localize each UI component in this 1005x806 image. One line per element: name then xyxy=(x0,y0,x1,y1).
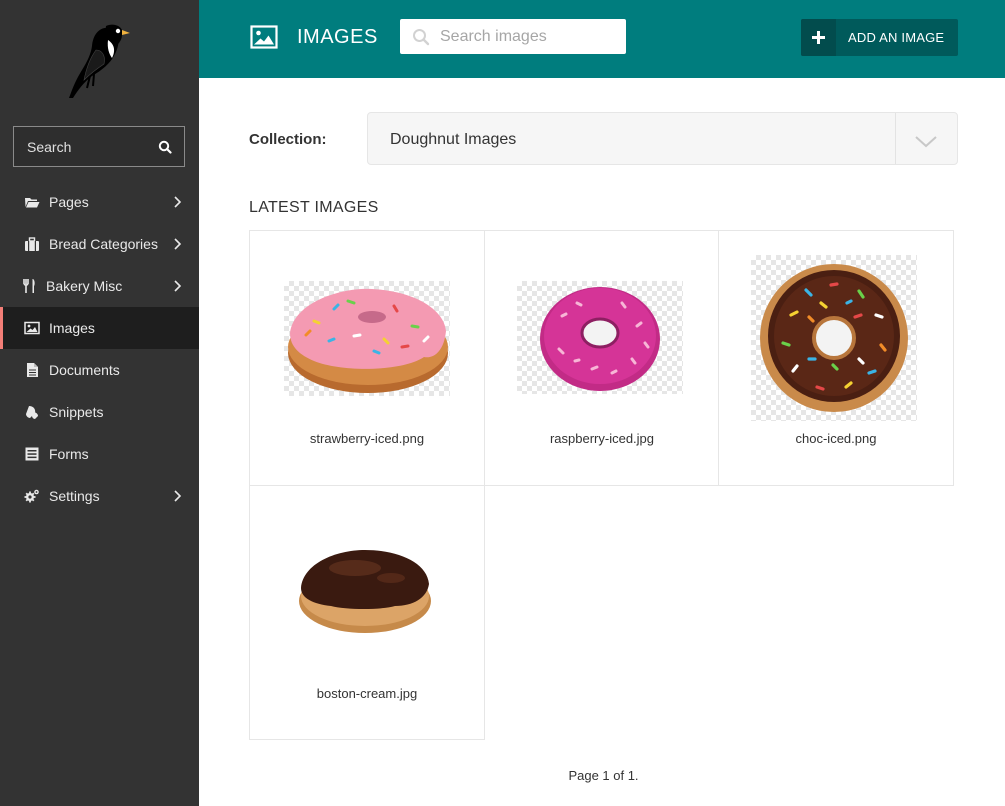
sidebar-item-forms[interactable]: Forms xyxy=(0,433,199,475)
collection-select[interactable]: Doughnut Images xyxy=(367,112,958,165)
plus-icon-box xyxy=(801,19,836,56)
chevron-right-icon xyxy=(174,280,182,292)
sidebar-item-pages[interactable]: Pages xyxy=(0,181,199,223)
sidebar-item-snippets[interactable]: Snippets xyxy=(0,391,199,433)
image-card[interactable]: choc-iced.png xyxy=(718,230,954,486)
image-thumbnail xyxy=(282,546,448,636)
image-card[interactable]: boston-cream.jpg xyxy=(249,485,485,740)
cutlery-icon xyxy=(23,279,35,293)
image-thumbnail xyxy=(751,255,917,421)
document-icon xyxy=(27,363,38,377)
sidebar-item-label: Forms xyxy=(49,446,89,462)
image-card[interactable]: strawberry-iced.png xyxy=(249,230,485,486)
chevron-down-icon xyxy=(915,136,937,148)
sidebar-item-label: Images xyxy=(49,320,95,336)
collection-label: Collection: xyxy=(249,131,327,148)
sidebar-item-label: Bread Categories xyxy=(49,236,158,252)
sidebar-item-label: Documents xyxy=(49,362,120,378)
search-icon xyxy=(413,29,430,46)
chevron-right-icon xyxy=(174,490,182,502)
snippet-icon xyxy=(26,406,38,419)
raspberry-iced-doughnut-image xyxy=(540,287,660,391)
select-divider xyxy=(895,113,896,164)
image-icon xyxy=(250,25,278,49)
sidebar-item-label: Bakery Misc xyxy=(46,278,123,294)
image-filename: choc-iced.png xyxy=(795,431,877,446)
sidebar-item-bakery-misc[interactable]: Bakery Misc xyxy=(0,265,199,307)
suitcase-icon xyxy=(25,237,39,251)
chevron-right-icon xyxy=(174,196,182,208)
sidebar-menu: Pages Bread Categories Bakery Misc Image… xyxy=(0,181,199,517)
sidebar: Pages Bread Categories Bakery Misc xyxy=(0,0,199,806)
collection-selected-value: Doughnut Images xyxy=(390,131,517,148)
plus-icon xyxy=(812,31,825,44)
sidebar-item-bread-categories[interactable]: Bread Categories xyxy=(0,223,199,265)
sidebar-item-label: Pages xyxy=(49,194,89,210)
cogs-icon xyxy=(24,489,39,503)
image-filename: raspberry-iced.jpg xyxy=(549,431,655,446)
sidebar-item-documents[interactable]: Documents xyxy=(0,349,199,391)
sidebar-item-label: Settings xyxy=(49,488,100,504)
form-icon xyxy=(25,447,39,461)
wagtail-logo[interactable] xyxy=(60,20,132,102)
sidebar-search-input[interactable] xyxy=(14,127,154,166)
image-thumbnail xyxy=(517,281,683,394)
latest-images-heading: LATEST IMAGES xyxy=(249,199,379,216)
image-search xyxy=(400,19,626,54)
page-title: IMAGES xyxy=(297,26,378,48)
sidebar-item-images[interactable]: Images xyxy=(0,307,199,349)
sidebar-item-label: Snippets xyxy=(49,404,104,420)
pagination-text: Page 1 of 1. xyxy=(568,768,639,783)
folder-open-icon xyxy=(25,198,40,208)
sidebar-search xyxy=(13,126,185,167)
choc-iced-doughnut-image xyxy=(760,264,908,412)
wagtail-bird-icon xyxy=(69,24,130,99)
image-card[interactable]: raspberry-iced.jpg xyxy=(484,230,720,486)
image-filename: boston-cream.jpg xyxy=(316,686,418,701)
strawberry-iced-doughnut-image xyxy=(288,288,448,393)
add-image-label: ADD AN IMAGE xyxy=(848,30,945,45)
search-icon[interactable] xyxy=(158,140,172,154)
sidebar-item-settings[interactable]: Settings xyxy=(0,475,199,517)
boston-cream-doughnut-image xyxy=(299,550,431,633)
image-filename: strawberry-iced.png xyxy=(309,431,425,446)
image-search-input[interactable] xyxy=(440,19,620,54)
page-header: IMAGES ADD AN IMAGE xyxy=(199,0,1005,78)
image-thumbnail xyxy=(284,281,450,396)
add-image-button[interactable]: ADD AN IMAGE xyxy=(801,19,958,56)
image-icon xyxy=(24,321,40,335)
chevron-right-icon xyxy=(174,238,182,250)
